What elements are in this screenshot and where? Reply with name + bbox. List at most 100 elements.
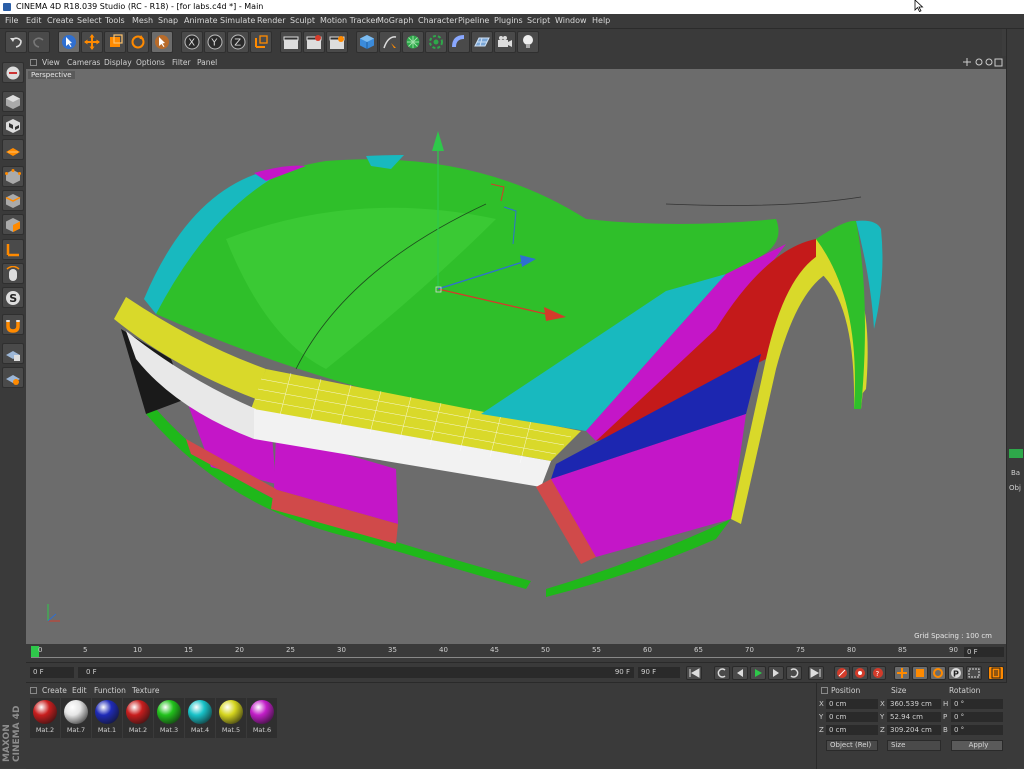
menu-window[interactable]: Window	[555, 16, 587, 25]
rot-p-field[interactable]: 0 °	[951, 712, 1003, 722]
edges-mode-button[interactable]	[2, 190, 24, 211]
size-x-field[interactable]: 360.539 cm	[887, 699, 941, 709]
menu-script[interactable]: Script	[527, 16, 550, 25]
add-subdivision-surface-button[interactable]	[402, 31, 424, 53]
menu-file[interactable]: File	[5, 16, 18, 25]
rotate-tool-button[interactable]	[127, 31, 149, 53]
tweak-mode-button[interactable]	[2, 263, 24, 284]
go-to-end-button[interactable]	[808, 666, 824, 680]
material-menu-create[interactable]: Create	[42, 686, 67, 695]
add-array-button[interactable]	[425, 31, 447, 53]
material-swatch[interactable]: Mat.2	[123, 698, 153, 738]
add-light-button[interactable]	[517, 31, 539, 53]
viewport-menu-options[interactable]: Options	[136, 58, 165, 67]
viewport-menu-display[interactable]: Display	[104, 58, 132, 67]
axis-mode-button[interactable]	[2, 239, 24, 260]
preview-range-slider[interactable]: 0 F 90 F	[78, 667, 634, 678]
key-scale-button[interactable]	[912, 666, 928, 680]
next-key-button[interactable]	[786, 666, 802, 680]
viewport-menu-view[interactable]: View	[42, 58, 60, 67]
snapping-button[interactable]: S	[2, 287, 24, 308]
coordinate-system-button[interactable]	[250, 31, 272, 53]
magnet-tool-button[interactable]	[2, 314, 24, 335]
play-forward-button[interactable]	[750, 666, 766, 680]
menu-mograph[interactable]: MoGraph	[377, 16, 413, 25]
material-swatch[interactable]: Mat.7	[61, 698, 91, 738]
viewport-menu-panel[interactable]: Panel	[197, 58, 217, 67]
model-mode-button[interactable]	[2, 91, 24, 112]
size-mode-dropdown[interactable]: Size	[887, 740, 941, 751]
timeline-ruler[interactable]: 0 5 10 15 20 25 30 35 40 45 50 55 60 65 …	[26, 644, 1006, 662]
y-axis-lock-button[interactable]: Y	[204, 31, 226, 53]
start-frame-field[interactable]: 0 F	[30, 667, 74, 678]
menu-render[interactable]: Render	[257, 16, 285, 25]
undo-button[interactable]	[5, 31, 27, 53]
size-y-field[interactable]: 52.94 cm	[887, 712, 941, 722]
redo-button[interactable]	[28, 31, 50, 53]
timeline-scheme-button[interactable]	[988, 666, 1004, 680]
add-camera-button[interactable]	[494, 31, 516, 53]
menu-plugins[interactable]: Plugins	[494, 16, 523, 25]
make-editable-button[interactable]	[2, 62, 24, 83]
material-menu-edit[interactable]: Edit	[72, 686, 87, 695]
menu-help[interactable]: Help	[592, 16, 610, 25]
add-deformer-button[interactable]	[448, 31, 470, 53]
render-picture-viewer-button[interactable]	[303, 31, 325, 53]
menu-simulate[interactable]: Simulate	[220, 16, 255, 25]
viewport-nav-icons[interactable]	[963, 58, 1003, 67]
keyframe-selection-button[interactable]: ?	[870, 666, 886, 680]
select-tool-button[interactable]	[58, 31, 80, 53]
menu-sculpt[interactable]: Sculpt	[290, 16, 315, 25]
previous-key-button[interactable]	[714, 666, 730, 680]
menu-mesh[interactable]: Mesh	[132, 16, 153, 25]
x-axis-lock-button[interactable]: X	[181, 31, 203, 53]
material-swatch[interactable]: Mat.2	[30, 698, 60, 738]
object-tab-label[interactable]: Obj	[1009, 484, 1021, 492]
size-z-field[interactable]: 309.204 cm	[887, 725, 941, 735]
menu-create[interactable]: Create	[47, 16, 74, 25]
render-view-button[interactable]	[280, 31, 302, 53]
move-tool-button[interactable]	[81, 31, 103, 53]
material-swatch[interactable]: Mat.1	[92, 698, 122, 738]
material-menu-texture[interactable]: Texture	[132, 686, 159, 695]
add-pen-spline-button[interactable]	[379, 31, 401, 53]
attributes-tab-label[interactable]: Ba	[1011, 469, 1020, 477]
pos-z-field[interactable]: 0 cm	[826, 725, 878, 735]
key-rotation-button[interactable]	[930, 666, 946, 680]
key-position-button[interactable]	[894, 666, 910, 680]
apply-button[interactable]: Apply	[951, 740, 1003, 751]
polygons-mode-button[interactable]	[2, 214, 24, 235]
material-swatch[interactable]: Mat.6	[247, 698, 277, 738]
key-parameter-button[interactable]: P	[948, 666, 964, 680]
coordinate-mode-dropdown[interactable]: Object (Rel)	[826, 740, 878, 751]
pos-y-field[interactable]: 0 cm	[826, 712, 878, 722]
rot-b-field[interactable]: 0 °	[951, 725, 1003, 735]
planar-workplane-button[interactable]	[2, 367, 24, 388]
rot-h-field[interactable]: 0 °	[951, 699, 1003, 709]
autokeying-button[interactable]	[852, 666, 868, 680]
menu-motion-tracker[interactable]: Motion Tracker	[320, 16, 379, 25]
viewport-menu-filter[interactable]: Filter	[172, 58, 191, 67]
menu-tools[interactable]: Tools	[105, 16, 125, 25]
menu-select[interactable]: Select	[77, 16, 102, 25]
workplane-button[interactable]	[2, 139, 24, 160]
record-active-objects-button[interactable]	[834, 666, 850, 680]
scale-tool-button[interactable]	[104, 31, 126, 53]
go-to-start-button[interactable]	[686, 666, 702, 680]
viewport-menu-cameras[interactable]: Cameras	[67, 58, 100, 67]
menu-pipeline[interactable]: Pipeline	[458, 16, 489, 25]
previous-frame-button[interactable]	[732, 666, 748, 680]
material-swatch[interactable]: Mat.4	[185, 698, 215, 738]
menu-character[interactable]: Character	[418, 16, 458, 25]
menu-edit[interactable]: Edit	[26, 16, 42, 25]
live-selection-button[interactable]	[151, 31, 173, 53]
points-mode-button[interactable]	[2, 166, 24, 187]
add-floor-button[interactable]	[471, 31, 493, 53]
menu-animate[interactable]: Animate	[184, 16, 218, 25]
end-frame-field[interactable]: 90 F	[638, 667, 680, 678]
material-swatch[interactable]: Mat.3	[154, 698, 184, 738]
menu-snap[interactable]: Snap	[158, 16, 178, 25]
z-axis-lock-button[interactable]: Z	[227, 31, 249, 53]
key-pla-button[interactable]	[966, 666, 982, 680]
material-menu-function[interactable]: Function	[94, 686, 126, 695]
